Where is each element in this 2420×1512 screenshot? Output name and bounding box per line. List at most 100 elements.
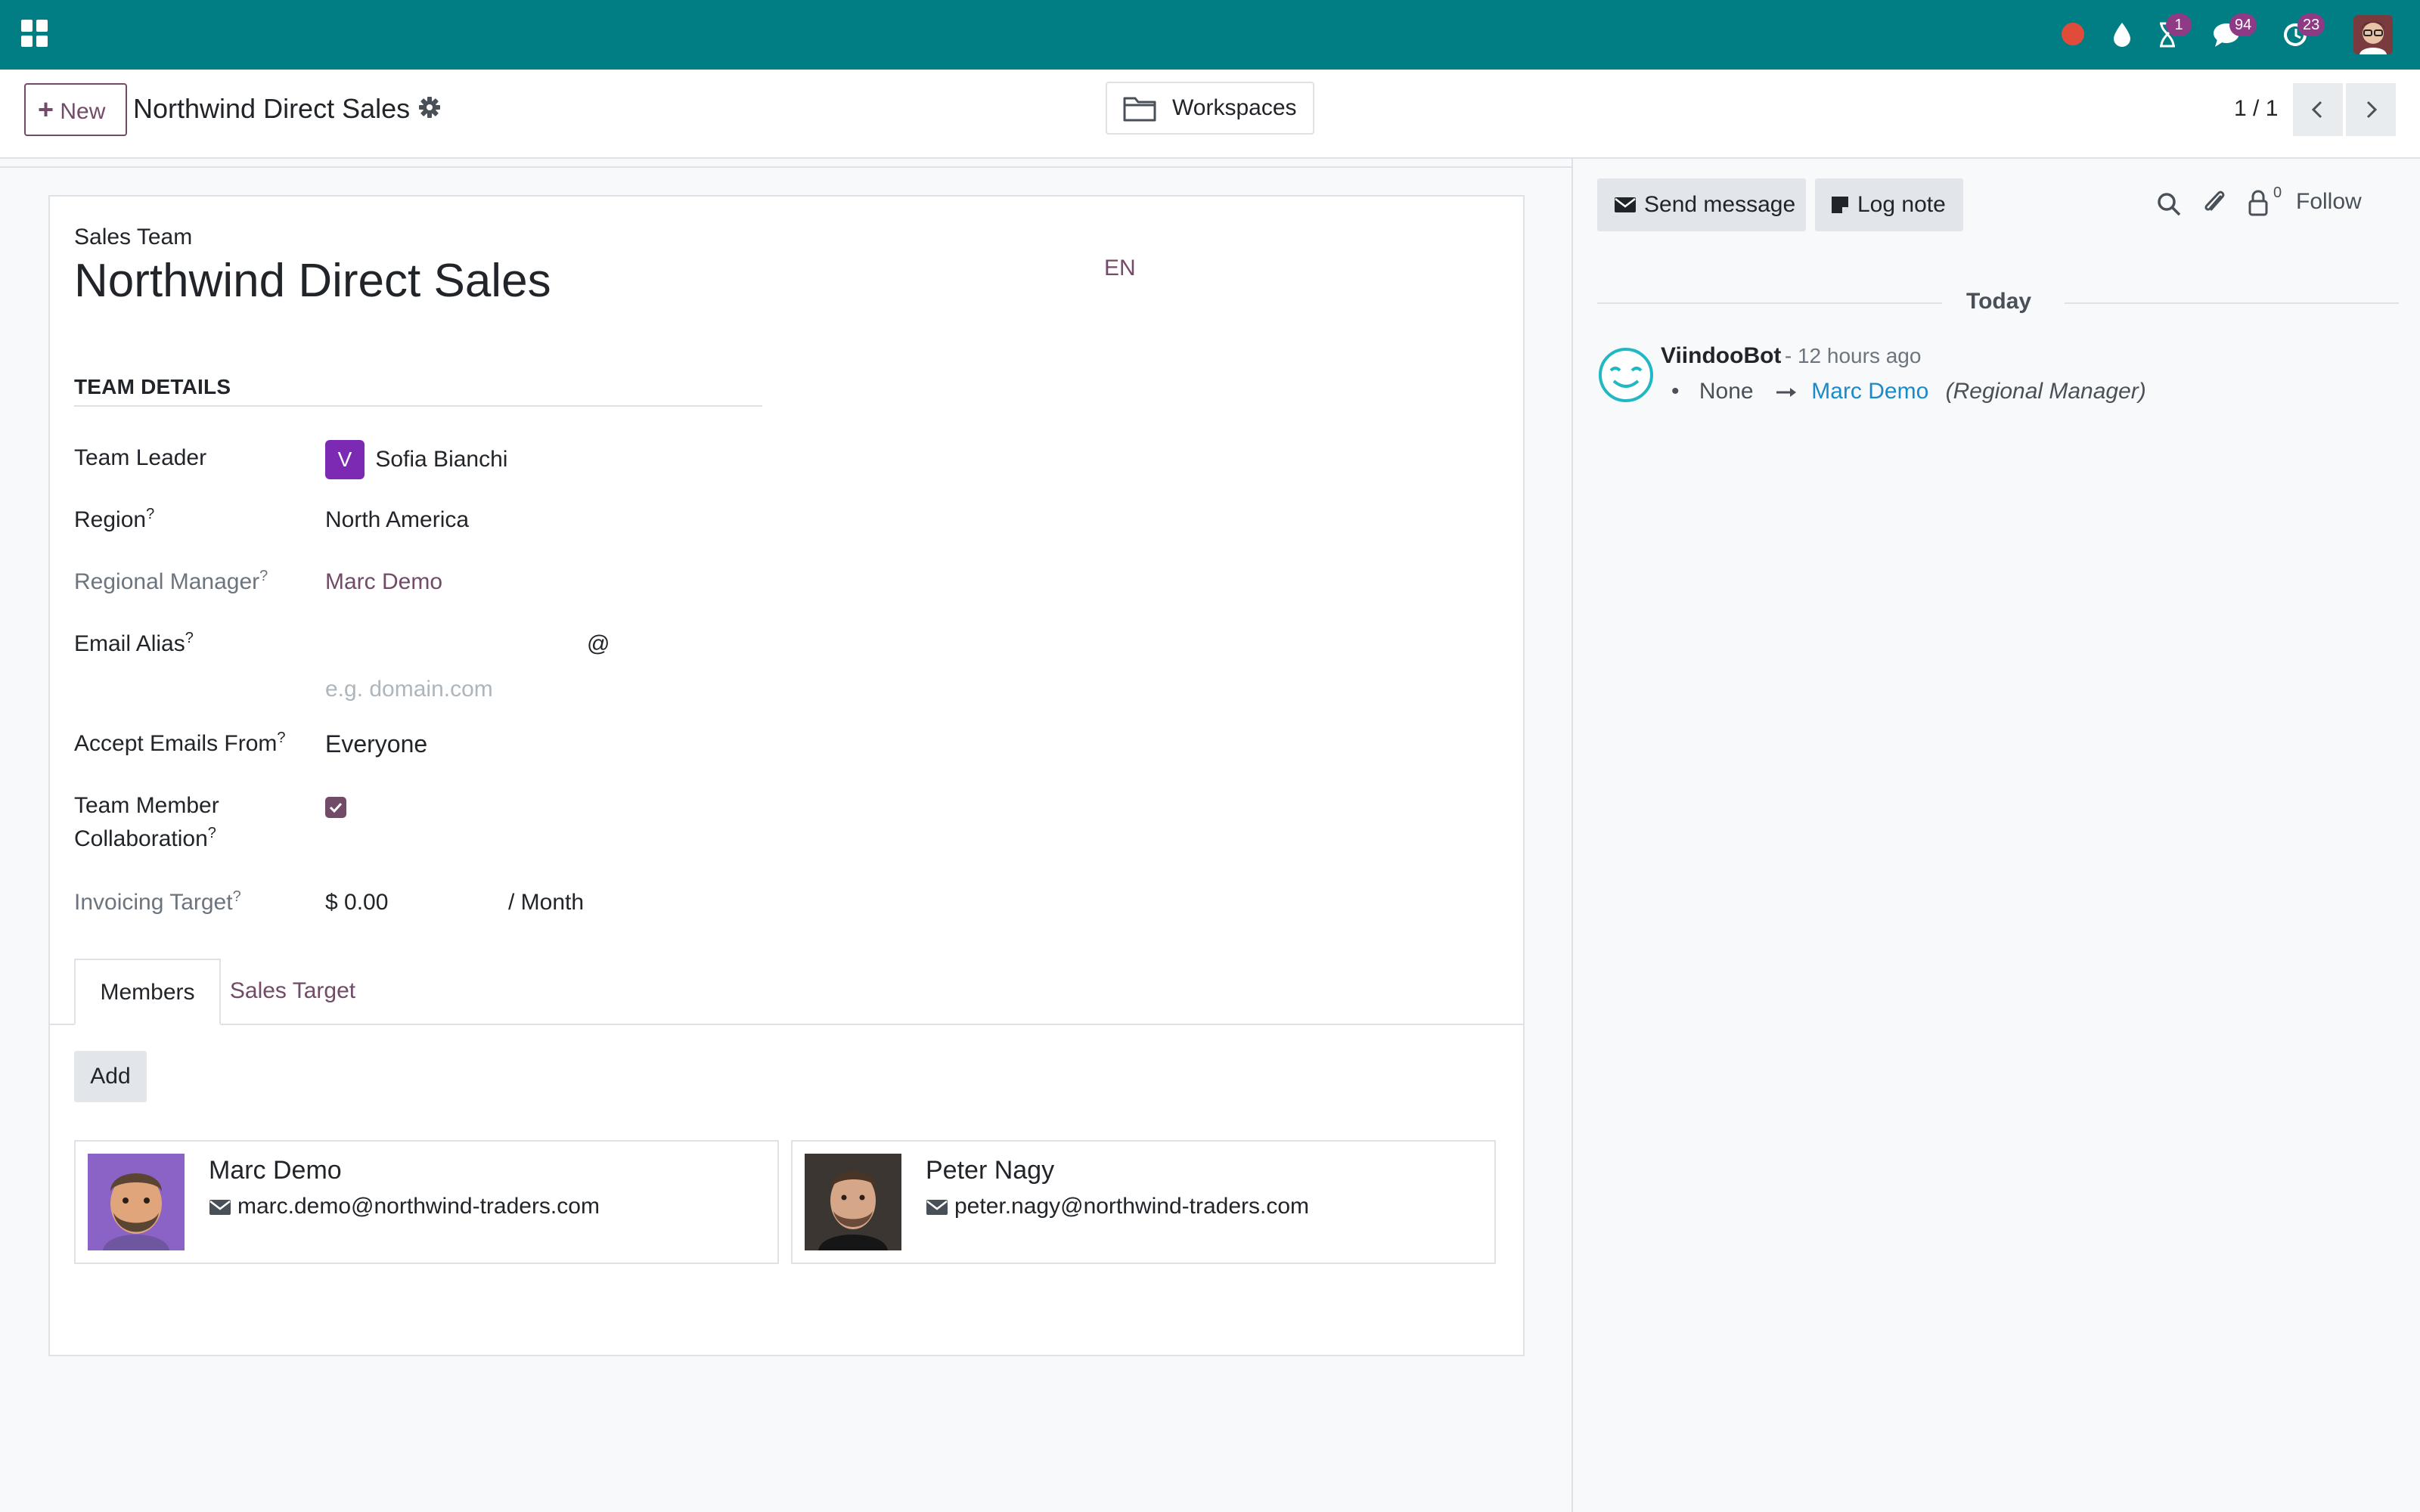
- email-domain-input[interactable]: e.g. domain.com: [325, 673, 493, 706]
- workspaces-button[interactable]: Workspaces: [1106, 82, 1314, 135]
- updates-badge: 23: [2297, 14, 2325, 36]
- pager-previous-button[interactable]: [2293, 83, 2343, 136]
- invoicing-target-help-icon[interactable]: ?: [233, 888, 241, 905]
- pager-value[interactable]: 1 / 1: [2234, 91, 2278, 127]
- section-title: TEAM DETAILS: [74, 375, 231, 398]
- team-name-field[interactable]: Northwind Direct Sales: [74, 251, 551, 311]
- envelope-icon: [209, 1200, 231, 1216]
- pager-next-button[interactable]: [2346, 83, 2396, 136]
- tracking-old-value: None: [1699, 379, 1754, 404]
- member-card[interactable]: Peter Nagy peter.nagy@northwind-traders.…: [791, 1140, 1496, 1264]
- member-avatar: [805, 1154, 901, 1250]
- accept-emails-help-icon[interactable]: ?: [277, 730, 285, 746]
- team-leader-field[interactable]: V Sofia Bianchi: [325, 440, 507, 479]
- regional-manager-help-icon[interactable]: ?: [259, 568, 268, 584]
- control-panel: + New Northwind Direct Sales Workspaces …: [0, 70, 2420, 159]
- region-label: Region?: [74, 503, 154, 537]
- language-button[interactable]: EN: [1104, 256, 1136, 281]
- tracking-new-value[interactable]: Marc Demo: [1811, 379, 1928, 404]
- tab-members[interactable]: Members: [74, 959, 221, 1025]
- chevron-right-icon: [2366, 101, 2378, 119]
- accept-emails-select[interactable]: Everyone: [325, 727, 427, 761]
- send-message-button[interactable]: Send message: [1597, 178, 1806, 231]
- invoicing-target-period: / Month: [508, 890, 585, 915]
- form-top-divider: [0, 166, 1571, 168]
- bot-avatar-icon: [1599, 348, 1653, 402]
- email-alias-input[interactable]: [325, 631, 582, 661]
- form-sheet: Sales Team Northwind Direct Sales EN TEA…: [48, 195, 1525, 1356]
- paperclip-icon[interactable]: [2201, 187, 2228, 218]
- gear-icon[interactable]: [417, 95, 442, 119]
- send-message-label: Send message: [1644, 192, 1796, 217]
- note-icon: [1832, 197, 1848, 213]
- member-name: Marc Demo: [209, 1156, 342, 1185]
- collaboration-label-line2: Collaboration: [74, 826, 208, 851]
- email-alias-help-icon[interactable]: ?: [185, 630, 194, 646]
- top-navbar: 1 94 23: [0, 0, 2420, 70]
- regional-manager-label: Regional Manager?: [74, 565, 268, 599]
- section-divider: [74, 405, 762, 407]
- lock-followers-icon[interactable]: [2246, 187, 2270, 218]
- folder-icon: [1123, 97, 1156, 122]
- new-button[interactable]: + New: [24, 83, 127, 136]
- apps-menu-icon[interactable]: [21, 20, 48, 47]
- log-note-button[interactable]: Log note: [1815, 178, 1963, 231]
- log-note-label: Log note: [1857, 192, 1946, 217]
- check-icon: [329, 802, 343, 813]
- tab-sales-target[interactable]: Sales Target: [221, 959, 365, 1025]
- water-drop-icon[interactable]: [2107, 20, 2137, 50]
- arrow-right-icon: [1776, 388, 1796, 398]
- accept-emails-label: Accept Emails From?: [74, 727, 286, 761]
- regional-manager-link[interactable]: Marc Demo: [325, 565, 442, 599]
- member-name: Peter Nagy: [926, 1156, 1055, 1185]
- tracking-value-line: • None Marc Demo (Regional Manager): [1671, 375, 2146, 408]
- search-icon[interactable]: [2155, 191, 2183, 218]
- regional-manager-label-text: Regional Manager: [74, 569, 260, 594]
- envelope-icon: [926, 1200, 948, 1216]
- invoicing-target-label-text: Invoicing Target: [74, 890, 233, 915]
- team-leader-label: Team Leader: [74, 445, 207, 470]
- tracking-field-name: (Regional Manager): [1945, 379, 2146, 404]
- user-avatar[interactable]: [2353, 15, 2393, 54]
- team-leader-avatar: V: [325, 440, 365, 479]
- team-leader-value: Sofia Bianchi: [375, 447, 508, 472]
- collaboration-checkbox[interactable]: [325, 797, 346, 818]
- workspaces-label: Workspaces: [1172, 95, 1297, 120]
- envelope-icon: [1615, 197, 1636, 212]
- collaboration-label: Team Member Collaboration?: [74, 789, 219, 856]
- message-time: - 12 hours ago: [1784, 344, 1922, 367]
- collaboration-label-line1: Team Member: [74, 793, 219, 818]
- chevron-left-icon: [2311, 101, 2322, 119]
- member-email[interactable]: peter.nagy@northwind-traders.com: [926, 1190, 1309, 1223]
- accept-emails-label-text: Accept Emails From: [74, 731, 278, 756]
- breadcrumb-title: Northwind Direct Sales: [133, 93, 411, 124]
- date-divider-right: [2065, 302, 2399, 304]
- recording-indicator-icon[interactable]: [2062, 23, 2084, 45]
- member-card[interactable]: Marc Demo marc.demo@northwind-traders.co…: [74, 1140, 779, 1264]
- member-avatar: [88, 1154, 185, 1250]
- add-member-button[interactable]: Add: [74, 1051, 147, 1102]
- email-alias-label-text: Email Alias: [74, 631, 185, 656]
- email-alias-label: Email Alias?: [74, 627, 194, 661]
- record-type-label: Sales Team: [74, 225, 193, 249]
- invoicing-target-input[interactable]: $ 0.00: [325, 886, 388, 919]
- region-help-icon[interactable]: ?: [146, 506, 154, 522]
- region-label-text: Region: [74, 507, 147, 532]
- message-author[interactable]: ViindooBot: [1661, 343, 1781, 368]
- member-email-text: peter.nagy@northwind-traders.com: [954, 1194, 1310, 1219]
- new-button-label: New: [60, 99, 106, 124]
- email-at-sign: @: [587, 631, 610, 656]
- chatter-panel: Send message Log note 0 Follow Today Vii…: [1571, 159, 2420, 1512]
- member-email[interactable]: marc.demo@northwind-traders.com: [209, 1190, 600, 1223]
- plus-icon: +: [38, 94, 54, 125]
- follow-button[interactable]: Follow: [2296, 189, 2362, 215]
- date-divider-left: [1597, 302, 1942, 304]
- member-email-text: marc.demo@northwind-traders.com: [237, 1194, 600, 1219]
- region-field[interactable]: North America: [325, 503, 469, 537]
- message-header: ViindooBot - 12 hours ago: [1661, 343, 1921, 369]
- followers-count: 0: [2273, 184, 2282, 201]
- invoicing-target-label: Invoicing Target?: [74, 886, 241, 919]
- collaboration-help-icon[interactable]: ?: [208, 825, 216, 841]
- bullet: •: [1671, 379, 1680, 404]
- date-separator: Today: [1966, 289, 2032, 314]
